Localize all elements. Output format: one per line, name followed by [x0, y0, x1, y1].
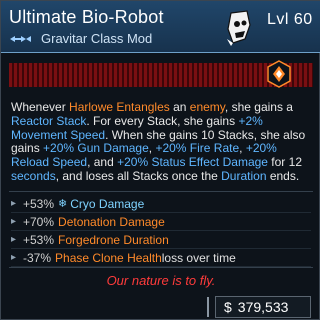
- robot-head-icon: [227, 10, 251, 46]
- stat-name: Forgedrone Duration: [58, 232, 169, 247]
- stat-name: Detonation Damage: [58, 214, 165, 229]
- legendary-emblem-icon: [267, 60, 291, 88]
- item-type-row: Gravitar Class Mod: [9, 31, 152, 46]
- desc-text: . For every Stack, she gains: [86, 113, 239, 128]
- desc-text: ,: [239, 141, 246, 156]
- item-description: Whenever Harlowe Entangles an enemy, she…: [11, 100, 313, 184]
- item-header: Ultimate Bio-Robot Gravitar Class Mod Lv…: [1, 1, 320, 53]
- stat-tail: loss over time: [161, 250, 236, 265]
- desc-keyword: Harlowe Entangles: [69, 100, 170, 114]
- bullet-icon: ▸: [11, 198, 17, 209]
- desc-keyword: +20% Status Effect Damage: [117, 155, 268, 170]
- desc-text: , she gains a: [224, 100, 293, 114]
- item-card: Ultimate Bio-Robot Gravitar Class Mod Lv…: [0, 0, 320, 320]
- desc-text: Whenever: [11, 100, 70, 114]
- desc-keyword: Reactor Stack: [11, 113, 87, 128]
- bullet-icon: ▸: [11, 234, 17, 245]
- stat-row: ▸ +53% ❄ Cryo Damage: [11, 195, 311, 213]
- desc-text: , and: [87, 155, 118, 170]
- bullet-icon: ▸: [11, 216, 17, 227]
- stat-row: ▸ +70% Detonation Damage: [11, 213, 311, 231]
- stat-list: ▸ +53% ❄ Cryo Damage ▸ +70% Detonation D…: [11, 195, 311, 267]
- desc-keyword: +20% Gun Damage: [43, 141, 149, 156]
- currency-icon: $: [224, 299, 232, 315]
- desc-keyword: enemy: [189, 100, 225, 114]
- price-separator: [207, 297, 209, 317]
- snowflake-icon: ❄: [58, 198, 68, 210]
- desc-text: an: [169, 100, 190, 114]
- item-name: Ultimate Bio-Robot: [9, 7, 164, 27]
- desc-text: ends.: [266, 168, 300, 183]
- item-level: Lvl 60: [267, 11, 313, 28]
- stat-value: -37%: [23, 250, 52, 265]
- bullet-icon: ▸: [11, 252, 17, 263]
- stat-row: ▸ -37% Phase Clone Health loss over time: [11, 249, 311, 267]
- stat-name: Phase Clone Health: [55, 250, 162, 265]
- stat-value: +70%: [23, 214, 55, 229]
- stat-value: +53%: [23, 196, 55, 211]
- desc-keyword: Duration: [221, 168, 267, 183]
- desc-keyword: seconds: [11, 168, 56, 183]
- divider: [9, 267, 313, 268]
- item-price: $ 379,533: [215, 296, 311, 318]
- desc-keyword: +20% Fire Rate: [155, 141, 240, 156]
- stat-value: +53%: [23, 232, 55, 247]
- item-type: Gravitar Class Mod: [41, 31, 153, 46]
- flavor-text: Our nature is to fly.: [106, 273, 216, 288]
- desc-text: , and loses all Stacks once the: [55, 168, 222, 183]
- stat-name: Cryo Damage: [70, 196, 145, 211]
- class-mod-icon: [10, 35, 31, 42]
- desc-text: for 12: [267, 155, 302, 170]
- stat-row: ▸ +53% Forgedrone Duration: [11, 231, 311, 249]
- divider: [9, 191, 313, 192]
- price-amount: 379,533: [237, 299, 289, 315]
